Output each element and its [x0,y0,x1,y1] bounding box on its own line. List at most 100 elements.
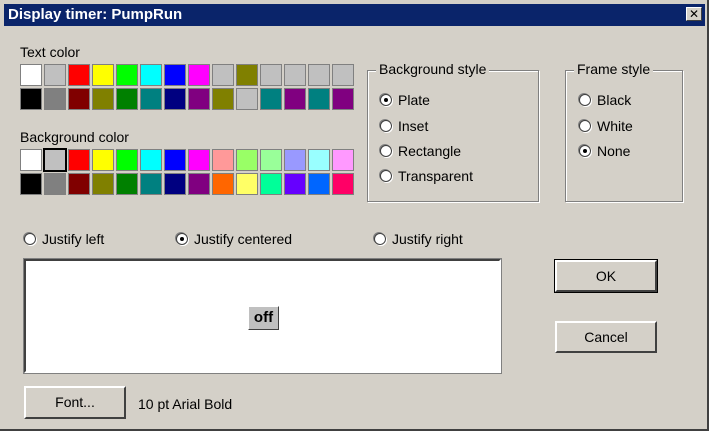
background-color-swatch[interactable] [308,149,330,171]
background-color-swatch[interactable] [116,149,138,171]
radio-plate-icon[interactable] [380,94,392,106]
text-color-swatch[interactable] [92,88,114,110]
background-color-swatch[interactable] [68,173,90,195]
radio-transparent-icon[interactable] [380,170,392,182]
text-color-swatch[interactable] [236,88,258,110]
background-color-swatch[interactable] [44,173,66,195]
text-color-swatch[interactable] [308,88,330,110]
radio-justify-right-label: Justify right [392,231,463,247]
radio-transparent[interactable]: Transparent [380,168,473,184]
background-color-swatch[interactable] [164,173,186,195]
radio-rectangle[interactable]: Rectangle [380,143,461,159]
radio-transparent-label: Transparent [398,168,473,184]
text-color-swatch[interactable] [140,64,162,86]
radio-justify-left[interactable]: Justify left [24,231,104,247]
text-color-swatch[interactable] [116,64,138,86]
radio-rectangle-label: Rectangle [398,143,462,159]
background-color-swatch[interactable] [116,173,138,195]
text-color-swatch[interactable] [44,64,66,86]
background-color-swatch[interactable] [260,173,282,195]
text-color-swatch[interactable] [188,88,210,110]
text-color-swatch[interactable] [68,88,90,110]
text-color-swatch[interactable] [284,88,306,110]
text-color-swatch[interactable] [236,64,258,86]
radio-justify-centered-label: Justify centered [194,231,293,247]
background-color-swatch[interactable] [20,149,42,171]
radio-inset-label: Inset [398,118,429,134]
text-color-palette [20,64,354,110]
text-color-swatch[interactable] [68,64,90,86]
background-color-swatch[interactable] [284,173,306,195]
radio-black-label: Black [597,92,632,108]
text-color-swatch[interactable] [260,64,282,86]
ok-button[interactable]: OK [555,260,657,292]
radio-white-label: White [597,118,633,134]
preview-area: off [24,259,501,373]
radio-white-icon[interactable] [579,120,591,132]
text-color-swatch[interactable] [188,64,210,86]
close-icon[interactable]: ✕ [686,7,702,21]
text-color-swatch[interactable] [20,88,42,110]
background-color-swatch[interactable] [164,149,186,171]
radio-black-icon[interactable] [579,94,591,106]
background-color-swatch[interactable] [236,173,258,195]
text-color-swatch[interactable] [92,64,114,86]
text-color-swatch[interactable] [284,64,306,86]
text-color-swatch[interactable] [164,64,186,86]
background-color-swatch[interactable] [140,149,162,171]
radio-justify-centered-icon[interactable] [176,233,188,245]
text-color-swatch[interactable] [20,64,42,86]
radio-justify-left-icon[interactable] [24,233,36,245]
text-color-label: Text color [20,44,80,60]
background-color-swatch[interactable] [260,149,282,171]
background-color-palette [20,148,354,195]
background-color-swatch[interactable] [332,173,354,195]
background-color-swatch[interactable] [236,149,258,171]
background-color-swatch[interactable] [92,173,114,195]
radio-none-label: None [597,143,631,159]
text-color-swatch[interactable] [116,88,138,110]
background-color-swatch[interactable] [92,149,114,171]
font-description: 10 pt Arial Bold [138,396,233,412]
cancel-button[interactable]: Cancel [555,321,657,353]
radio-rectangle-icon[interactable] [380,145,392,157]
radio-none-icon[interactable] [579,145,591,157]
text-color-swatch[interactable] [164,88,186,110]
background-color-swatch[interactable] [212,149,234,171]
background-color-swatch[interactable] [43,148,67,172]
radio-justify-centered[interactable]: Justify centered [176,231,292,247]
background-color-swatch[interactable] [284,149,306,171]
background-color-swatch[interactable] [68,149,90,171]
text-color-swatch[interactable] [308,64,330,86]
radio-white[interactable]: White [579,118,633,134]
text-color-swatch[interactable] [140,88,162,110]
background-color-swatch[interactable] [20,173,42,195]
preview-text: off [248,306,279,330]
radio-none[interactable]: None [579,143,630,159]
radio-justify-right-icon[interactable] [374,233,386,245]
frame-style-group: Frame style Black White None [565,61,683,202]
frame-style-title: Frame style [574,61,654,77]
radio-inset-icon[interactable] [380,120,392,132]
background-color-swatch[interactable] [212,173,234,195]
radio-black[interactable]: Black [579,92,631,108]
background-color-swatch[interactable] [188,149,210,171]
font-button[interactable]: Font... [24,386,126,419]
background-color-swatch[interactable] [332,149,354,171]
radio-justify-right[interactable]: Justify right [374,231,463,247]
text-color-swatch[interactable] [44,88,66,110]
text-color-swatch[interactable] [332,64,354,86]
radio-justify-left-label: Justify left [42,231,105,247]
background-color-swatch[interactable] [308,173,330,195]
background-color-swatch[interactable] [140,173,162,195]
background-color-swatch[interactable] [188,173,210,195]
text-color-swatch[interactable] [212,88,234,110]
background-style-group: Background style Plate Inset Rectangle T… [367,61,539,202]
text-color-swatch[interactable] [260,88,282,110]
title-bar[interactable]: Display timer: PumpRun ✕ [4,4,705,26]
radio-plate[interactable]: Plate [380,92,430,108]
radio-plate-label: Plate [398,92,430,108]
text-color-swatch[interactable] [212,64,234,86]
text-color-swatch[interactable] [332,88,354,110]
radio-inset[interactable]: Inset [380,118,428,134]
